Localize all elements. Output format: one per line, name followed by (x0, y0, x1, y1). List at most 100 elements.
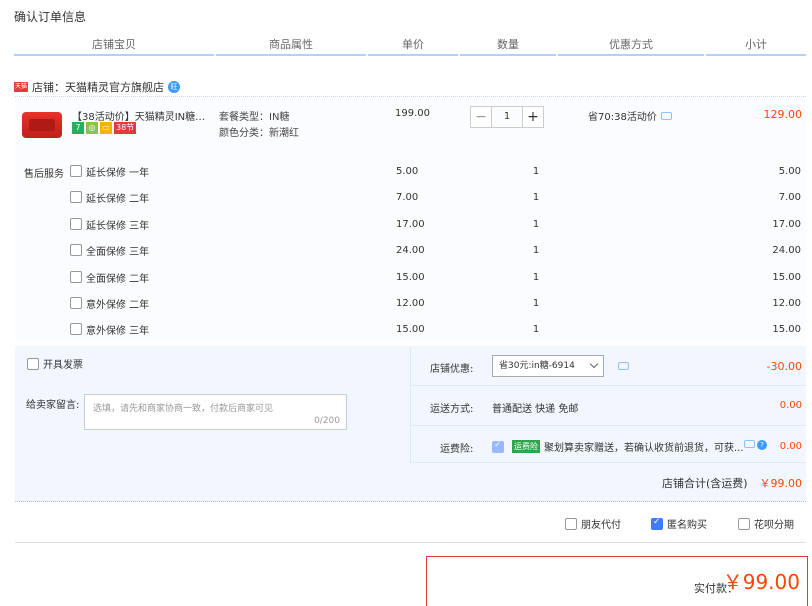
freight-insurance-tag: 运费险 (512, 440, 540, 453)
anonymous-option[interactable]: 匿名购买 (651, 516, 707, 531)
invoice-checkbox[interactable] (27, 357, 39, 370)
message-placeholder: 选填，请先和商家协商一致，付款后商家可见 (93, 404, 274, 414)
festival-38-icon: 38节 (114, 122, 137, 134)
options-divider (410, 385, 806, 386)
after-sales-label: 售后服务 (24, 169, 64, 180)
pay-total: ￥99.00 (722, 570, 800, 594)
friend-pay-label: 朋友代付 (581, 520, 621, 531)
service-qty: 1 (532, 297, 540, 309)
service-row: 延长保修 一年 5.00 1 5.00 (70, 163, 805, 179)
col-header-promo: 优惠方式 (558, 34, 704, 56)
shop-line: 天猫 店铺：天猫精灵官方旗舰店 旺 (14, 78, 180, 96)
service-checkbox[interactable] (70, 218, 82, 230)
discount-comment-icon[interactable] (618, 362, 629, 370)
shop-discount-label: 店铺优惠: (430, 364, 474, 375)
page-title: 确认订单信息 (14, 10, 87, 24)
seller-message-input[interactable]: 选填，请先和商家协商一致，付款后商家可见 0/200 (84, 394, 347, 430)
service-name: 全面保修 二年 (86, 273, 150, 285)
freight-insurance-amount: 0.00 (779, 441, 802, 452)
service-qty: 1 (532, 323, 540, 335)
card-icon: ▭ (100, 122, 112, 134)
qty-plus-button[interactable]: + (522, 106, 544, 128)
message-label: 给卖家留言: (26, 400, 80, 411)
promo-comment-icon[interactable] (660, 111, 672, 120)
shop-total-amount: ￥99.00 (759, 477, 803, 490)
seven-day-return-icon: 7 (72, 122, 84, 134)
service-price: 15.00 (396, 271, 425, 283)
invoice-label: 开具发票 (43, 360, 83, 371)
guarantee-icon: ◎ (86, 122, 98, 134)
shop-name[interactable]: 店铺：天猫精灵官方旗舰店 (32, 79, 164, 95)
service-price: 12.00 (396, 297, 425, 309)
service-checkbox[interactable] (70, 165, 82, 177)
huabei-checkbox[interactable] (738, 517, 750, 530)
help-icon[interactable]: ? (757, 440, 767, 450)
product-unit-price: 199.00 (395, 108, 430, 119)
huabei-option[interactable]: 花呗分期 (738, 516, 794, 531)
service-checkbox[interactable] (70, 323, 82, 335)
invoice-option[interactable]: 开具发票 (27, 356, 83, 371)
qty-input[interactable]: 1 (492, 106, 522, 128)
service-name: 延长保修 二年 (86, 193, 150, 205)
freight-insurance-label: 运费险: (440, 444, 474, 455)
col-header-shop-item: 店铺宝贝 (14, 34, 214, 56)
service-subtotal: 15.00 (772, 323, 801, 335)
product-badges: 7 ◎ ▭ 38节 (72, 122, 137, 134)
product-attr-package: 套餐类型：IN糖 (219, 112, 290, 123)
shop-discount-select[interactable]: 省30元:in糖-6914 (492, 355, 604, 377)
service-checkbox[interactable] (70, 191, 82, 203)
service-price: 15.00 (396, 323, 425, 335)
service-price: 7.00 (396, 191, 419, 203)
freight-comment-icon[interactable] (744, 440, 755, 448)
service-row: 延长保修 二年 7.00 1 7.00 (70, 189, 805, 205)
freight-insurance-info: 运费险 聚划算卖家赠送，若确认收货前退货，可获... (492, 439, 762, 454)
anonymous-checkbox[interactable] (651, 517, 663, 530)
freight-help[interactable]: ? (744, 440, 767, 450)
friend-pay-checkbox[interactable] (565, 517, 577, 530)
message-char-count: 0/200 (314, 416, 340, 426)
shipping-amount: 0.00 (779, 400, 802, 411)
promo-info: 省70:38活动价 (588, 108, 672, 123)
quantity-stepper: − 1 + (470, 106, 544, 128)
service-row: 意外保修 二年 12.00 1 12.00 (70, 295, 805, 311)
service-qty: 1 (532, 271, 540, 283)
footer-divider (15, 542, 806, 543)
service-name: 意外保修 二年 (86, 299, 150, 311)
product-title[interactable]: 【38活动价】天猫精灵IN糖智... (72, 108, 212, 123)
service-subtotal: 15.00 (772, 271, 801, 283)
service-qty: 1 (532, 218, 540, 230)
service-subtotal: 5.00 (778, 165, 801, 177)
service-name: 意外保修 三年 (86, 325, 150, 337)
service-row: 意外保修 三年 15.00 1 15.00 (70, 321, 805, 337)
service-checkbox[interactable] (70, 244, 82, 256)
options-divider (410, 425, 806, 426)
service-row: 全面保修 二年 15.00 1 15.00 (70, 269, 805, 285)
service-row: 全面保修 三年 24.00 1 24.00 (70, 242, 805, 258)
service-checkbox[interactable] (70, 297, 82, 309)
wangwang-chat-icon[interactable]: 旺 (168, 81, 180, 93)
col-header-qty: 数量 (460, 34, 556, 56)
product-subtotal: 129.00 (763, 108, 803, 121)
shop-discount-amount: -30.00 (766, 360, 802, 373)
service-name: 延长保修 三年 (86, 220, 150, 232)
service-row: 延长保修 三年 17.00 1 17.00 (70, 216, 805, 232)
options-divider (410, 462, 806, 463)
anonymous-label: 匿名购买 (667, 520, 707, 531)
product-image[interactable] (22, 112, 62, 138)
friend-pay-option[interactable]: 朋友代付 (565, 516, 621, 531)
service-price: 24.00 (396, 244, 425, 256)
service-price: 17.00 (396, 218, 425, 230)
promo-text: 省70:38活动价 (588, 112, 657, 123)
col-header-attributes: 商品属性 (216, 34, 366, 56)
col-header-subtotal: 小计 (706, 34, 806, 56)
product-attr-color: 颜色分类：新潮红 (219, 128, 299, 139)
service-qty: 1 (532, 165, 540, 177)
qty-minus-button[interactable]: − (470, 106, 492, 128)
service-qty: 1 (532, 244, 540, 256)
service-price: 5.00 (396, 165, 419, 177)
shipping-value: 普通配送 快递 免邮 (492, 404, 579, 415)
shipping-label: 运送方式: (430, 404, 474, 415)
huabei-label: 花呗分期 (754, 520, 794, 531)
service-checkbox[interactable] (70, 271, 82, 283)
shop-total-label: 店铺合计(含运费) (662, 477, 748, 490)
